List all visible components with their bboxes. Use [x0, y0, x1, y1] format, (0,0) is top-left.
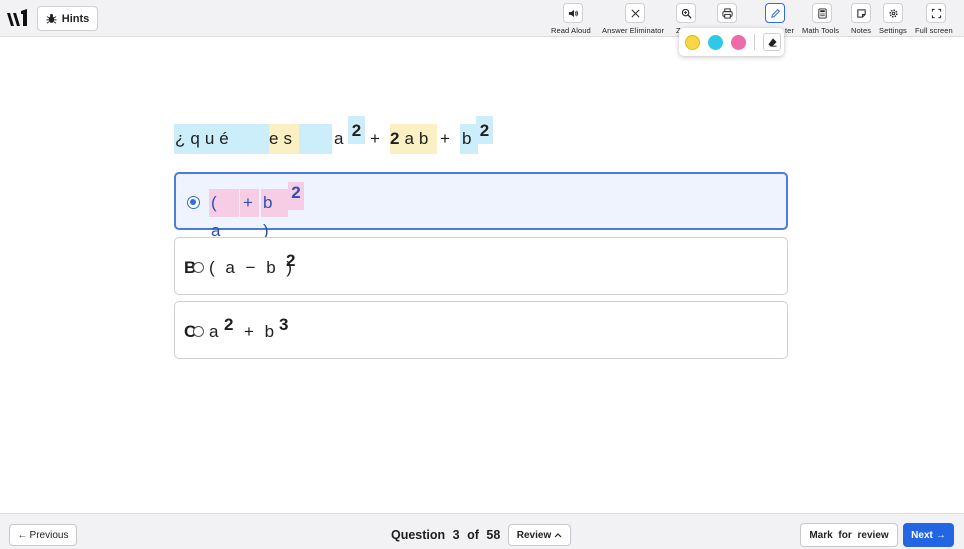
eraser-button[interactable]: [763, 33, 781, 51]
choice-a-plus: +: [240, 189, 259, 217]
choice-a-text: ( a: [209, 189, 239, 240]
total-questions: 58: [486, 528, 501, 542]
question-word: Question: [391, 528, 446, 542]
question-term: ab: [404, 129, 434, 148]
notes-label: Notes: [851, 26, 872, 35]
print-button[interactable]: [717, 3, 737, 23]
bottom-navigation-bar: ← Previous Question 3 of 58 Review Mark …: [0, 513, 964, 549]
calculator-icon: [817, 7, 827, 19]
arrow-right-icon: →: [935, 529, 946, 541]
tool-read-aloud[interactable]: [563, 3, 583, 23]
close-icon: [630, 8, 640, 18]
highlighter-button[interactable]: [765, 3, 785, 23]
printer-icon: [721, 7, 733, 19]
highlight-yellow-swatch[interactable]: [685, 34, 700, 50]
highlighter-label: ter: [785, 26, 795, 35]
question-segment[interactable]: +: [440, 124, 455, 154]
highlighter-popup: [679, 28, 784, 56]
mark-for-review-button[interactable]: Mark for review: [800, 523, 898, 547]
choice-a-superscript: 2: [288, 182, 304, 210]
question-segment[interactable]: ¿qué: [174, 124, 269, 154]
answer-eliminator-button[interactable]: [625, 3, 645, 23]
choice-c-superscript: 3: [279, 315, 289, 334]
bug-icon: [46, 13, 57, 24]
hints-label: Hints: [61, 12, 90, 25]
math-tools-label: Math Tools: [802, 26, 840, 35]
read-aloud-label: Read Aloud: [551, 26, 591, 35]
chevron-up-icon: [554, 533, 562, 538]
top-toolbar: Hints Read Aloud Answer Eliminator ter M…: [0, 0, 964, 37]
question-segment[interactable]: +: [370, 124, 385, 154]
choice-c-text: a: [209, 322, 222, 341]
review-label: Review: [516, 529, 552, 541]
question-segment[interactable]: a: [334, 124, 348, 154]
popup-divider: [754, 34, 755, 50]
read-aloud-button[interactable]: [563, 3, 583, 23]
question-segment[interactable]: 2ab: [390, 124, 437, 154]
answer-choice-b[interactable]: B ( a − b ) 2: [174, 237, 788, 295]
tool-highlighter[interactable]: [765, 3, 785, 23]
mark-for-review-label: Mark for review: [809, 529, 889, 541]
gear-icon: [888, 8, 898, 18]
pencil-icon: [770, 8, 780, 18]
highlight-cyan-swatch[interactable]: [708, 34, 723, 50]
settings-label: Settings: [879, 26, 907, 35]
tool-settings[interactable]: [883, 3, 903, 23]
next-button[interactable]: Next →: [903, 523, 954, 547]
tool-zoom[interactable]: [676, 3, 696, 23]
speaker-icon: [568, 9, 578, 17]
question-segment[interactable]: es: [269, 124, 299, 154]
choice-b-superscript: 2: [286, 251, 296, 270]
zoom-button[interactable]: [676, 3, 696, 23]
notes-button[interactable]: [851, 3, 871, 23]
answer-choice-a[interactable]: ( a + b ) 2: [174, 172, 788, 240]
radio-icon: [193, 326, 204, 337]
current-question: 3: [452, 528, 460, 542]
previous-button[interactable]: ← Previous: [9, 524, 77, 546]
choice-c-text: + b: [244, 322, 278, 341]
highlight-pink-swatch[interactable]: [731, 34, 746, 50]
radio-icon: [193, 262, 204, 273]
paren: (: [211, 193, 220, 212]
full-screen-button[interactable]: [926, 3, 946, 23]
tool-math-tools[interactable]: [812, 3, 832, 23]
bold-coefficient: 2: [390, 129, 405, 148]
tool-print[interactable]: [717, 3, 737, 23]
hints-button[interactable]: Hints: [37, 6, 98, 31]
selected-radio-icon: [187, 196, 200, 209]
choice-b-text: ( a − b ): [209, 258, 296, 277]
app-logo: [7, 9, 27, 26]
eraser-icon: [767, 37, 777, 47]
of-word: of: [467, 528, 479, 542]
answer-eliminator-label: Answer Eliminator: [602, 26, 665, 35]
choice-a-text: b ): [261, 189, 288, 240]
tool-answer-eliminator[interactable]: [625, 3, 645, 23]
review-button[interactable]: Review: [508, 524, 571, 546]
choice-c-superscript: 2: [224, 315, 234, 334]
question-superscript[interactable]: 2: [476, 116, 493, 144]
arrow-left-icon: ←: [17, 529, 28, 541]
note-icon: [856, 8, 866, 18]
zoom-in-icon: [681, 8, 692, 19]
question-segment-blank[interactable]: [299, 124, 332, 154]
expand-icon: [931, 8, 941, 18]
question-counter: Question 3 of 58: [391, 528, 500, 542]
full-screen-label: Full screen: [915, 26, 953, 35]
settings-button[interactable]: [883, 3, 903, 23]
tool-full-screen[interactable]: [926, 3, 946, 23]
math-tools-button[interactable]: [812, 3, 832, 23]
next-label: Next: [911, 529, 933, 541]
term: b: [263, 193, 276, 212]
question-superscript[interactable]: 2: [348, 116, 365, 144]
answer-choice-c[interactable]: C a 2 + b 3: [174, 301, 788, 359]
tool-notes[interactable]: [851, 3, 871, 23]
previous-label: Previous: [29, 529, 69, 541]
